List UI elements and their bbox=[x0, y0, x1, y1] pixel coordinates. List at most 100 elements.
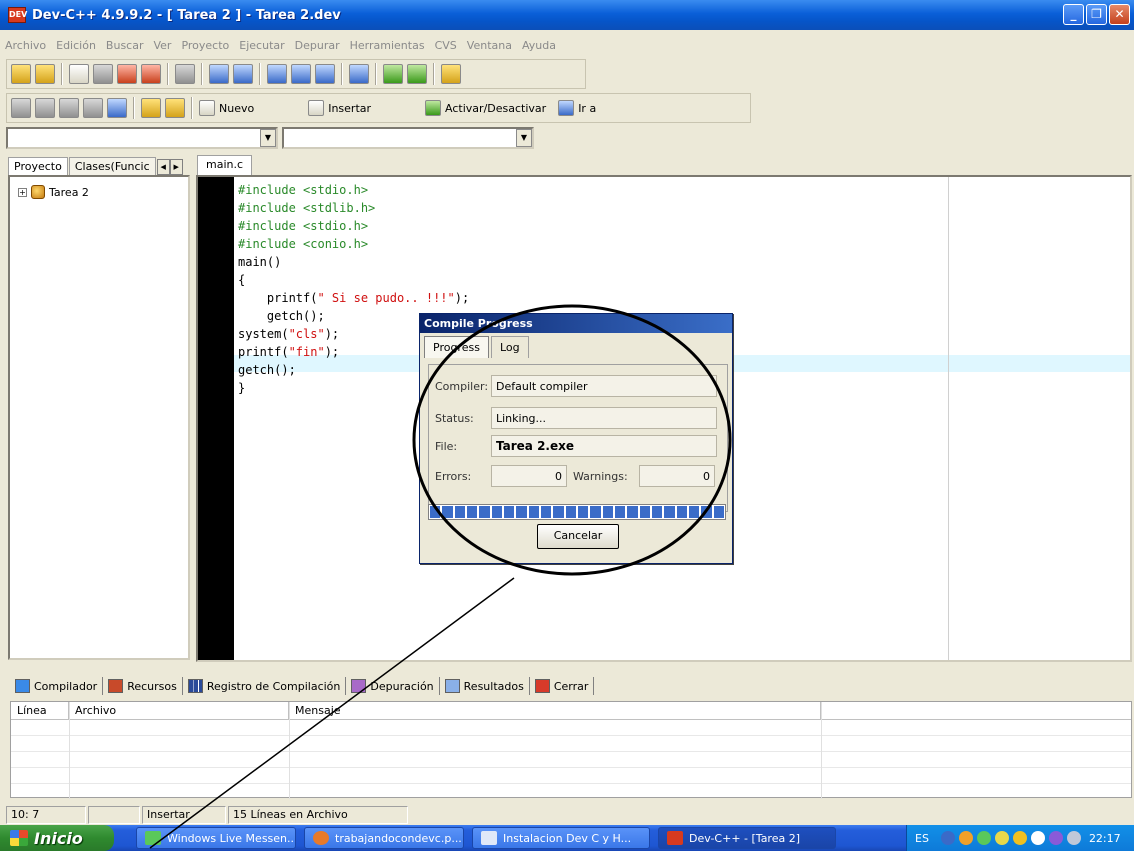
devcpp-icon bbox=[667, 831, 683, 845]
remove-from-project-icon[interactable] bbox=[407, 64, 427, 84]
column-header-linea[interactable]: Línea bbox=[11, 702, 69, 719]
add-to-project-icon[interactable] bbox=[383, 64, 403, 84]
tab-registro[interactable]: Registro de Compilación bbox=[183, 677, 347, 695]
warnings-label: Warnings: bbox=[573, 469, 628, 483]
tab-log[interactable]: Log bbox=[490, 336, 529, 358]
file-label: File: bbox=[435, 439, 458, 453]
minimize-button[interactable]: _ bbox=[1063, 4, 1084, 25]
tree-item-tarea2[interactable]: + Tarea 2 bbox=[18, 185, 89, 199]
toolbar-separator bbox=[341, 63, 343, 85]
column-divider bbox=[69, 702, 70, 799]
tab-proyecto[interactable]: Proyecto bbox=[8, 157, 68, 175]
print-icon[interactable] bbox=[175, 64, 195, 84]
menu-edicion[interactable]: Edición bbox=[51, 39, 101, 52]
resources-icon bbox=[108, 679, 124, 693]
maximize-button[interactable]: ❐ bbox=[1086, 4, 1107, 25]
run-icon[interactable] bbox=[35, 98, 55, 118]
member-combo[interactable]: ▼ bbox=[282, 127, 534, 149]
save-icon[interactable] bbox=[93, 64, 113, 84]
tray-security-icon[interactable] bbox=[994, 831, 1009, 845]
devcpp-icon[interactable]: DEV bbox=[8, 7, 27, 23]
task-firefox[interactable]: trabajandocondevc.p... bbox=[304, 827, 464, 849]
find-next-icon[interactable] bbox=[315, 64, 335, 84]
menu-depurar[interactable]: Depurar bbox=[290, 39, 345, 52]
toggle-bookmark-icon bbox=[425, 100, 442, 116]
undo-icon[interactable] bbox=[209, 64, 229, 84]
menu-cvs[interactable]: CVS bbox=[430, 39, 462, 52]
tray-monitor-icon[interactable] bbox=[1066, 831, 1081, 845]
menu-buscar[interactable]: Buscar bbox=[101, 39, 149, 52]
task-messenger[interactable]: Windows Live Messen... bbox=[136, 827, 296, 849]
tab-recursos[interactable]: Recursos bbox=[103, 677, 183, 695]
start-button[interactable]: Inicio bbox=[0, 825, 114, 851]
tab-clases[interactable]: Clases(Funcic bbox=[68, 157, 156, 175]
tab-cerrar[interactable]: Cerrar bbox=[530, 677, 595, 695]
volume-icon[interactable] bbox=[1030, 831, 1045, 845]
insert-icon bbox=[308, 100, 325, 116]
menu-ejecutar[interactable]: Ejecutar bbox=[234, 39, 289, 52]
tray-app-icon[interactable] bbox=[958, 831, 973, 845]
tab-label: Compilador bbox=[34, 679, 98, 693]
chevron-down-icon[interactable]: ▼ bbox=[260, 129, 276, 147]
menu-ventana[interactable]: Ventana bbox=[462, 39, 517, 52]
open-project-icon[interactable] bbox=[35, 64, 55, 84]
toolbar-separator bbox=[259, 63, 261, 85]
rebuild-icon[interactable] bbox=[83, 98, 103, 118]
compile-run-icon[interactable] bbox=[59, 98, 79, 118]
column-header-mensaje[interactable]: Mensaje bbox=[289, 702, 821, 719]
task-devcpp[interactable]: Dev-C++ - [Tarea 2] bbox=[658, 827, 836, 849]
expand-icon[interactable]: + bbox=[18, 187, 27, 197]
redo-icon[interactable] bbox=[233, 64, 253, 84]
menu-ver[interactable]: Ver bbox=[148, 39, 176, 52]
project-icon[interactable] bbox=[11, 64, 31, 84]
chevron-left-icon[interactable]: ◀ bbox=[156, 159, 170, 175]
left-panel-tabs: Proyecto Clases(Funcic ◀ ▶ bbox=[8, 155, 183, 175]
cancel-button[interactable]: Cancelar bbox=[537, 524, 619, 549]
toolbar-separator bbox=[201, 63, 203, 85]
language-indicator[interactable]: ES bbox=[915, 832, 929, 845]
close-button[interactable]: ✕ bbox=[1109, 4, 1130, 25]
tab-main-c[interactable]: main.c bbox=[197, 155, 253, 175]
task-word[interactable]: Instalacion Dev C y H... bbox=[472, 827, 650, 849]
errors-label: Errors: bbox=[435, 469, 472, 483]
find-icon[interactable] bbox=[267, 64, 287, 84]
replace-icon[interactable] bbox=[291, 64, 311, 84]
goto-line-icon[interactable] bbox=[349, 64, 369, 84]
grid-icon bbox=[15, 679, 30, 693]
tab-label: Depuración bbox=[370, 679, 434, 693]
activar-desactivar-button[interactable]: Activar/Desactivar bbox=[425, 100, 546, 116]
ir-a-button[interactable]: Ir a bbox=[558, 100, 596, 116]
tab-progress[interactable]: Progress bbox=[424, 336, 489, 358]
chevron-right-icon[interactable]: ▶ bbox=[169, 159, 183, 175]
code-line: printf(" Si se pudo.. !!!"); bbox=[238, 291, 470, 305]
tray-network-icon[interactable] bbox=[976, 831, 991, 845]
tab-compilador[interactable]: Compilador bbox=[10, 677, 104, 695]
project-options-icon[interactable] bbox=[441, 64, 461, 84]
column-header-archivo[interactable]: Archivo bbox=[69, 702, 289, 719]
tray-arrow-icon[interactable] bbox=[940, 831, 955, 845]
cursor-position: 10: 7 bbox=[6, 806, 86, 824]
tab-depuracion[interactable]: Depuración bbox=[346, 677, 440, 695]
status-empty bbox=[88, 806, 140, 824]
compile-icon[interactable] bbox=[11, 98, 31, 118]
class-combo[interactable]: ▼ bbox=[6, 127, 278, 149]
chevron-down-icon[interactable]: ▼ bbox=[516, 129, 532, 147]
help-icon[interactable] bbox=[141, 98, 161, 118]
tray-messenger-icon[interactable] bbox=[1048, 831, 1063, 845]
menu-ayuda[interactable]: Ayuda bbox=[517, 39, 561, 52]
tab-resultados[interactable]: Resultados bbox=[440, 677, 530, 695]
tray-shield-icon[interactable] bbox=[1012, 831, 1027, 845]
menu-proyecto[interactable]: Proyecto bbox=[176, 39, 234, 52]
save-all-icon[interactable] bbox=[117, 64, 137, 84]
progress-segment bbox=[701, 506, 712, 518]
close-file-icon[interactable] bbox=[141, 64, 161, 84]
insertar-button[interactable]: Insertar bbox=[308, 100, 371, 116]
new-file-icon[interactable] bbox=[69, 64, 89, 84]
check-icon[interactable] bbox=[107, 98, 127, 118]
menu-herramientas[interactable]: Herramientas bbox=[345, 39, 430, 52]
messages-table[interactable]: Línea Archivo Mensaje bbox=[10, 701, 1132, 799]
about-icon[interactable] bbox=[165, 98, 185, 118]
nuevo-button[interactable]: Nuevo bbox=[199, 100, 254, 116]
progress-segment bbox=[553, 506, 564, 518]
menu-archivo[interactable]: Archivo bbox=[0, 39, 51, 52]
